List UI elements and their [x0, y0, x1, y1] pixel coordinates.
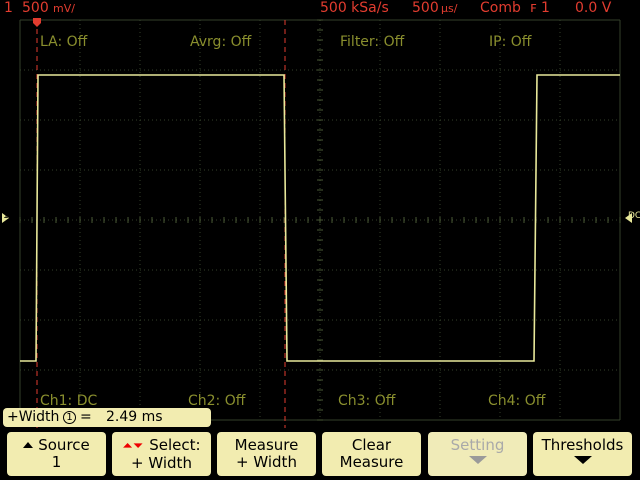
channel-number: 1 — [4, 0, 13, 16]
softkey-label: Source — [38, 436, 90, 454]
filter-status: Filter: Off — [340, 34, 405, 50]
volts-unit: mV/ — [53, 2, 75, 15]
softkey-label: Measure — [234, 436, 299, 454]
logic-analyzer-status: LA: Off — [40, 34, 88, 50]
setting-softkey[interactable]: Setting — [428, 432, 527, 476]
clear-measure-softkey[interactable]: Clear Measure — [322, 432, 421, 476]
volts-per-div[interactable]: 500 — [22, 0, 49, 16]
ground-marker-label: 1 — [3, 211, 9, 221]
source-circle-icon: 1 — [63, 411, 76, 424]
measure-softkey[interactable]: Measure + Width — [217, 432, 316, 476]
measurement-equals: = — [80, 409, 92, 425]
submenu-arrow-icon — [468, 456, 487, 464]
trigger-source: 1 — [541, 0, 550, 16]
softkey-label: Thresholds — [541, 436, 624, 454]
right-marker-label: DC — [628, 211, 640, 221]
trigger-edge-icon: ꜰ — [530, 0, 537, 16]
ch1-coupling: Ch1: DC — [40, 393, 98, 409]
softkey-label: Setting — [450, 436, 505, 454]
softkey-value: + Width — [131, 454, 192, 472]
thresholds-softkey[interactable]: Thresholds — [533, 432, 632, 476]
softkey-label: Select: — [149, 436, 201, 454]
averaging-status: Avrg: Off — [190, 34, 252, 50]
softkey-value: 1 — [51, 453, 62, 471]
entry-knob-icon: ⏶⏷ — [122, 439, 144, 454]
submenu-arrow-icon — [573, 456, 592, 464]
softkey-value: Measure — [339, 453, 404, 471]
measurement-readout: +Width 1 = 2.49 ms — [3, 408, 211, 427]
interpolation-status: IP: Off — [489, 34, 532, 50]
waveform-display — [0, 0, 640, 430]
ch4-status: Ch4: Off — [488, 393, 546, 409]
trigger-level[interactable]: 0.0 V — [575, 0, 611, 16]
ch2-status: Ch2: Off — [188, 393, 246, 409]
softkey-value: + Width — [236, 453, 297, 471]
measurement-value: 2.49 ms — [106, 409, 163, 425]
time-unit: µs/ — [441, 2, 458, 15]
source-softkey[interactable]: Source 1 — [7, 432, 106, 476]
ch3-status: Ch3: Off — [338, 393, 396, 409]
measurement-label: +Width — [7, 409, 60, 425]
status-bar: 1 500 mV/ 500 kSa/s 500 µs/ Comb ꜰ 1 0.0… — [0, 0, 640, 18]
trigger-mode[interactable]: Comb — [480, 0, 521, 16]
rotary-knob-up-icon — [23, 442, 34, 448]
select-softkey[interactable]: ⏶⏷ Select: + Width — [112, 432, 211, 476]
time-per-div[interactable]: 500 — [412, 0, 439, 16]
softkey-label: Clear — [351, 436, 392, 454]
sample-rate: 500 kSa/s — [320, 0, 389, 16]
